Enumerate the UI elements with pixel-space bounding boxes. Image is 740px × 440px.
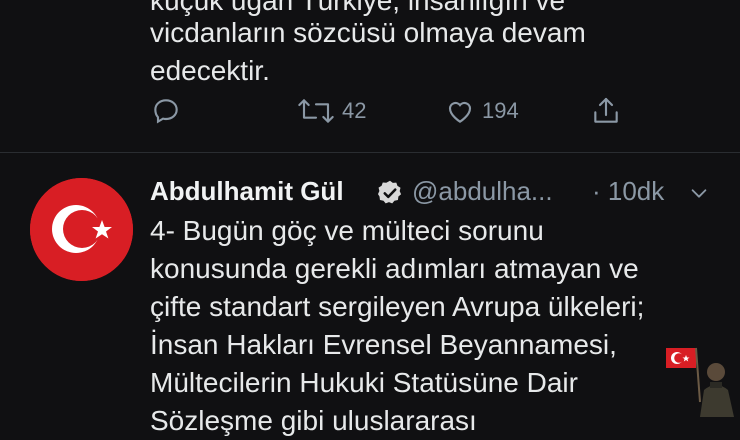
- tweet-text-line: çifte standart sergileyen Avrupa ülkeler…: [150, 291, 645, 322]
- reply-icon: [150, 95, 182, 127]
- like-button[interactable]: 194: [444, 95, 519, 127]
- tweet-divider: [0, 152, 740, 153]
- author-handle[interactable]: @abdulha...: [412, 176, 553, 207]
- like-icon: [444, 95, 476, 127]
- tweet-text-line: Mültecilerin Hukuki Statüsüne Dair: [150, 367, 578, 398]
- tweet-text-line: 4- Bugün göç ve mülteci sorunu: [150, 215, 544, 246]
- share-icon: [590, 95, 622, 127]
- reply-button[interactable]: [150, 95, 182, 127]
- verified-icon: [376, 179, 404, 207]
- author-name[interactable]: Abdulhamit Gül: [150, 176, 344, 207]
- tweet-text-line: İnsan Hakları Evrensel Beyannamesi,: [150, 329, 617, 360]
- previous-tweet[interactable]: küçük uğan Türkiye, insanlığın ve vicdan…: [0, 0, 740, 150]
- tweet-actions: 42 194: [0, 95, 740, 141]
- retweet-icon: [296, 95, 336, 127]
- retweet-count: 42: [342, 98, 367, 123]
- turkish-flag-icon: [30, 178, 133, 281]
- tweet-time[interactable]: · 10dk: [592, 176, 664, 207]
- tweet-text-line: konusunda gerekli adımları atmayan ve: [150, 253, 639, 284]
- tweet-text-line: edecektir.: [150, 55, 270, 86]
- avatar[interactable]: [30, 178, 133, 281]
- tweet-text-line: Sözleşme gibi uluslararası: [150, 405, 477, 436]
- like-count: 194: [482, 98, 519, 123]
- retweet-button[interactable]: 42: [296, 95, 366, 127]
- share-button[interactable]: [590, 95, 622, 127]
- tweet-text-line: vicdanların sözcüsü olmaya devam: [150, 17, 586, 48]
- chevron-down-icon[interactable]: [688, 182, 710, 209]
- flag-soldier-sticker: [664, 342, 740, 417]
- tweet-header: Abdulhamit Gül @abdulha... · 10dk: [150, 176, 730, 212]
